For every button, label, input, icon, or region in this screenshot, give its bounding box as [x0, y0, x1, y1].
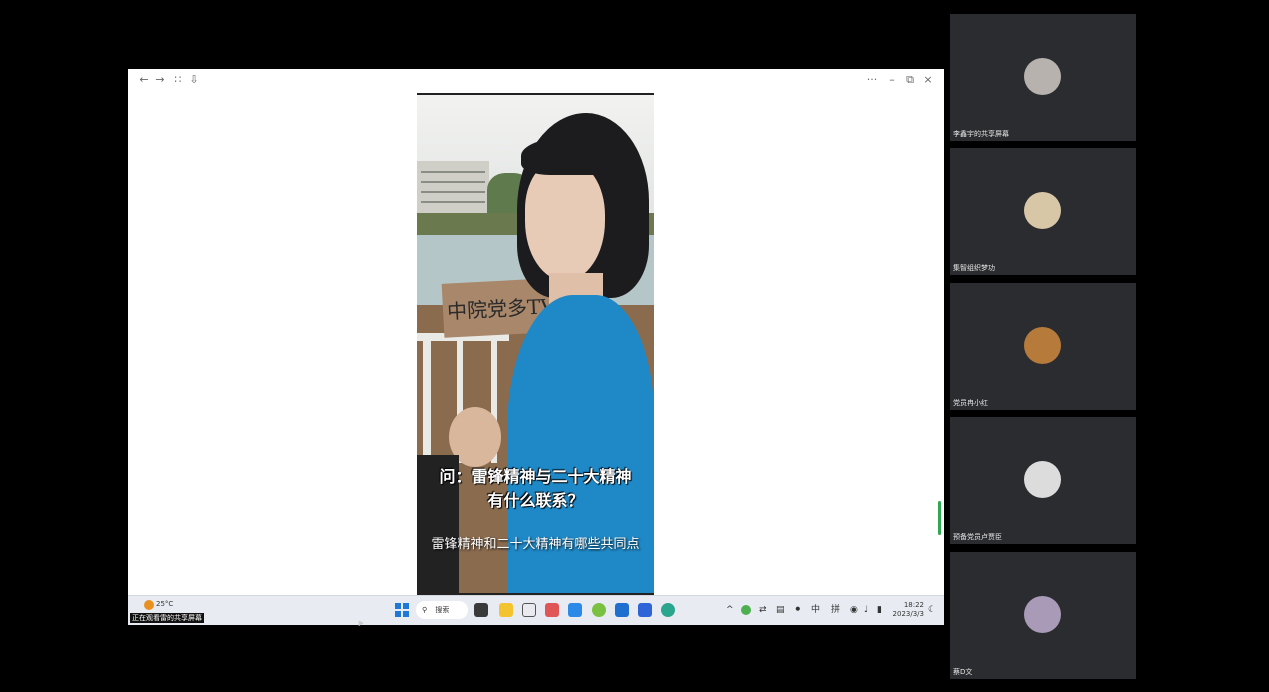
tray-m-icon[interactable]: ▤ [776, 603, 785, 617]
search-label: 搜索 [435, 606, 450, 614]
participant-tile[interactable]: 党员冉小红 [950, 283, 1136, 410]
participant-name: 集智组织梦功 [953, 264, 995, 272]
video-question-line1: 问：雷锋精神与二十大精神 [439, 467, 632, 486]
arrow-left-icon[interactable]: ← [136, 72, 152, 88]
arrow-right-icon[interactable]: → [152, 72, 168, 88]
tray-app-icon[interactable] [741, 605, 751, 615]
girl-portrait-avatar [1024, 58, 1061, 95]
screen-share-label: 正在观看雷的共享屏幕 [130, 613, 204, 623]
weather-temp[interactable]: 25°C [156, 600, 173, 608]
restore-button[interactable]: ⧉ [902, 72, 918, 88]
save-icon[interactable]: ⇩ [186, 72, 202, 88]
video-building [417, 161, 489, 215]
participant-name: 党员冉小红 [953, 399, 988, 407]
more-button[interactable]: ··· [864, 72, 880, 88]
notification-icon[interactable]: ☾ [928, 603, 936, 617]
ime-language[interactable]: 中 [811, 603, 820, 617]
weather-icon[interactable] [144, 600, 154, 610]
clock-date: 2023/3/3 [892, 610, 924, 618]
participant-tile[interactable]: 蔡D文 [950, 552, 1136, 679]
volume-icon[interactable]: ♩ [864, 603, 868, 617]
blue-app-icon[interactable] [615, 603, 629, 617]
participant-name: 预备党员卢贾臣 [953, 533, 1002, 541]
participant-tile[interactable]: 预备党员卢贾臣 [950, 417, 1136, 544]
windows-start-icon[interactable] [395, 603, 409, 617]
battery-icon[interactable]: ▮ [877, 603, 882, 617]
participant-tile[interactable]: 集智组织梦功 [950, 148, 1136, 275]
child-portrait-avatar [1024, 192, 1061, 229]
video-person-face [525, 161, 605, 281]
scrollbar[interactable] [938, 501, 941, 535]
task-view-icon[interactable] [474, 603, 488, 617]
taskbar-search[interactable]: ⚲ 搜索 [416, 601, 468, 619]
close-button[interactable]: × [920, 72, 936, 88]
participant-tile[interactable]: 李鑫宇的共享屏幕 [950, 14, 1136, 141]
participant-name: 蔡D文 [953, 668, 973, 676]
participant-name: 李鑫宇的共享屏幕 [953, 130, 1009, 138]
taskbar: 25°C 正在观看雷的共享屏幕 ⚲ 搜索 ^ ⇄ ▤ ⚫ 中 拼 ◉ ♩ ▮ 1… [128, 595, 944, 625]
video-subtitle: 雷锋精神和二十大精神有哪些共同点 [431, 537, 640, 552]
viewer-toolbar: ← → ∷ ⇩ ··· – ⧉ × [128, 69, 944, 91]
video-frame[interactable]: 中院党多TV 问：雷锋精神与二十大精神 有什么联系？ 雷锋精神和二十大精神有哪些… [417, 93, 654, 595]
dark-hair-avatar [1024, 461, 1061, 498]
taskbar-clock[interactable]: 18:22 2023/3/3 [892, 601, 924, 619]
video-app-icon[interactable] [638, 603, 652, 617]
tray-chevron-icon[interactable]: ^ [726, 603, 734, 617]
cloud-app-icon[interactable] [568, 603, 582, 617]
video-person-bangs [521, 137, 617, 175]
video-sign-text: 中院党多TV [446, 293, 556, 324]
microphone-icon[interactable]: ⚫ [794, 603, 802, 617]
ime-mode[interactable]: 拼 [831, 603, 840, 617]
harbor-photo-avatar [1024, 596, 1061, 633]
shared-screen: ← → ∷ ⇩ ··· – ⧉ × 中院党多TV 问：雷锋精神与二十大精神 有什… [128, 69, 944, 625]
green-app-icon[interactable] [592, 603, 606, 617]
edge-icon[interactable] [661, 603, 675, 617]
red-app-icon[interactable] [545, 603, 559, 617]
grid-icon[interactable]: ∷ [170, 72, 186, 88]
video-question-line2: 有什么联系？ [487, 491, 584, 510]
minimize-button[interactable]: – [884, 72, 900, 88]
tray-swap-icon[interactable]: ⇄ [759, 603, 767, 617]
clock-time: 18:22 [903, 601, 924, 609]
chart-app-icon[interactable] [522, 603, 536, 617]
food-photo-avatar [1024, 327, 1061, 364]
file-explorer-icon[interactable] [499, 603, 513, 617]
search-icon: ⚲ [422, 606, 428, 614]
wifi-icon[interactable]: ◉ [850, 603, 858, 617]
